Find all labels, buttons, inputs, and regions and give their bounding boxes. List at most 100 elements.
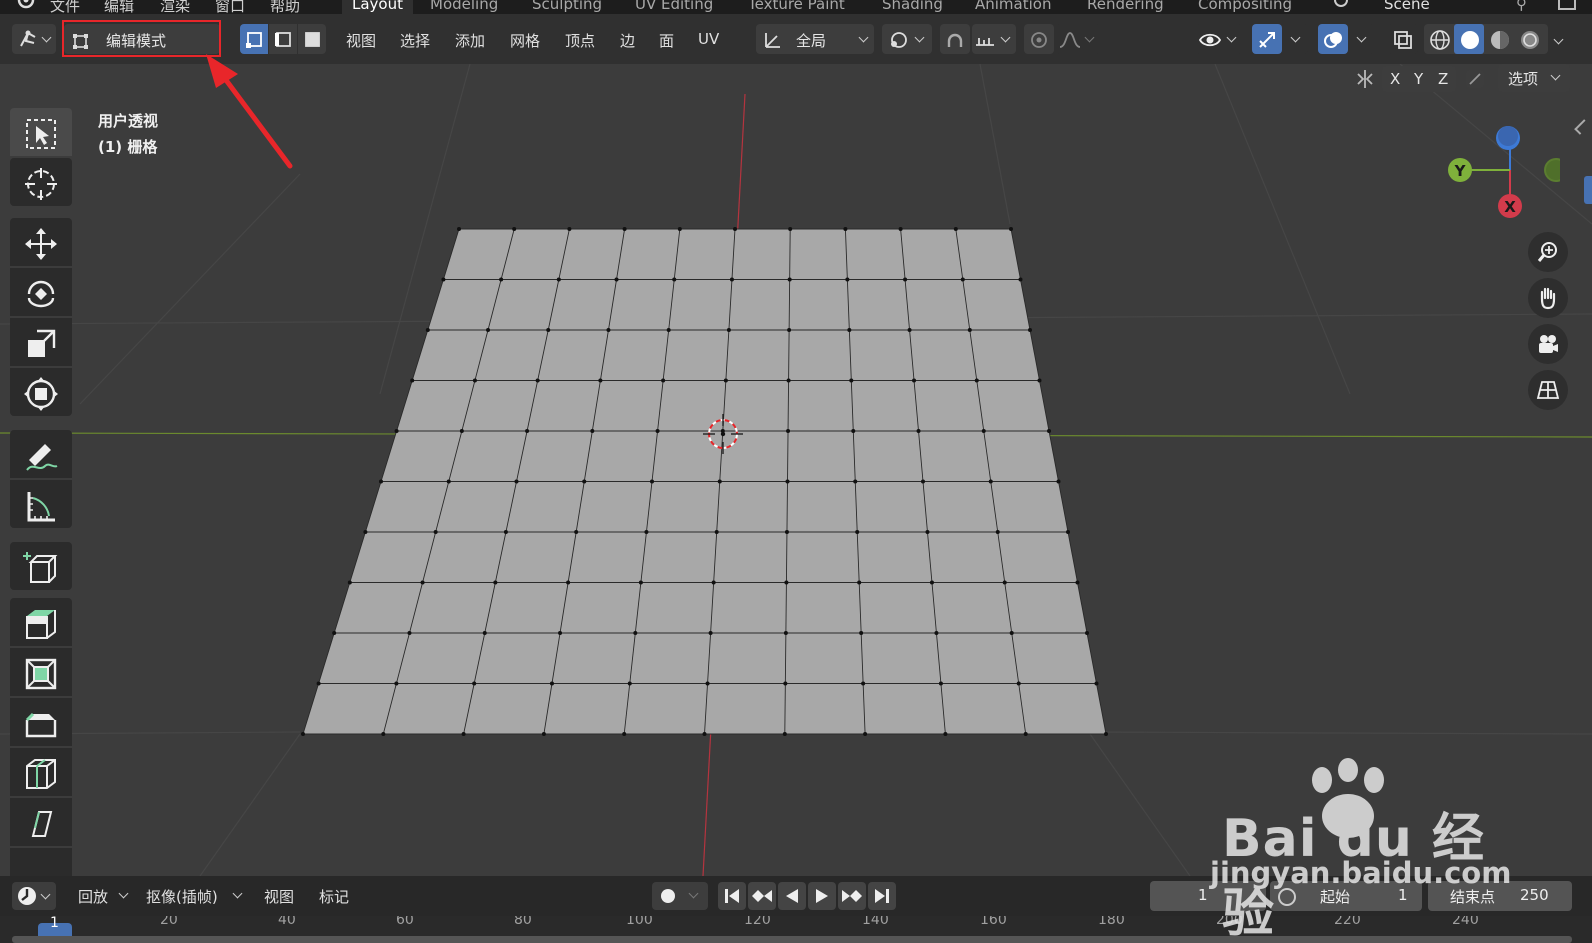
pivot-dropdown[interactable] bbox=[882, 24, 932, 54]
proportional-edit-toggle[interactable] bbox=[1024, 24, 1054, 54]
tab-modeling[interactable]: Modeling bbox=[430, 0, 498, 13]
menu-vertex[interactable]: 顶点 bbox=[565, 30, 595, 51]
tab-uv-editing[interactable]: UV Editing bbox=[635, 0, 713, 13]
wireframe-shading-icon[interactable] bbox=[1428, 28, 1452, 52]
mesh-vertex bbox=[784, 580, 789, 585]
annotate-tool[interactable] bbox=[10, 430, 72, 478]
blender-logo-icon[interactable] bbox=[14, 0, 38, 10]
material-shading-icon[interactable] bbox=[1488, 28, 1512, 52]
pan-button[interactable] bbox=[1528, 278, 1568, 318]
new-scene-icon[interactable] bbox=[1558, 0, 1576, 10]
transform-orientation-dropdown[interactable]: 全局 bbox=[756, 24, 874, 54]
inset-tool[interactable] bbox=[10, 648, 72, 696]
menu-mesh[interactable]: 网格 bbox=[510, 30, 540, 51]
transform-tool[interactable] bbox=[10, 368, 72, 416]
mirror-y-toggle[interactable]: Y bbox=[1414, 70, 1423, 88]
mesh-vertex bbox=[921, 479, 925, 484]
scene-name[interactable]: Scene bbox=[1384, 0, 1430, 13]
menu-face[interactable]: 面 bbox=[659, 30, 674, 51]
timeline-keying-menu[interactable]: 抠像(插帧) bbox=[146, 886, 218, 907]
mesh-vertex bbox=[1009, 631, 1014, 635]
play-reverse-button[interactable] bbox=[778, 882, 806, 910]
rotate-tool[interactable] bbox=[10, 268, 72, 316]
xray-toggle[interactable] bbox=[1388, 24, 1418, 54]
tab-texture-paint[interactable]: Texture Paint bbox=[748, 0, 845, 13]
menu-view[interactable]: 视图 bbox=[346, 30, 376, 51]
mirror-icon[interactable] bbox=[1354, 68, 1376, 90]
menu-window[interactable]: 窗口 bbox=[215, 0, 245, 14]
mesh-vertex bbox=[714, 530, 719, 534]
ruler-tick: 100 bbox=[626, 916, 653, 928]
select-box-tool[interactable] bbox=[10, 108, 72, 156]
tab-layout[interactable]: Layout bbox=[342, 0, 413, 14]
chevron-down-icon bbox=[1226, 32, 1237, 43]
menu-edge[interactable]: 边 bbox=[620, 30, 635, 51]
extrude-tool[interactable] bbox=[10, 598, 72, 646]
gizmo-y-label: Y bbox=[1454, 162, 1467, 180]
knife-icon bbox=[31, 811, 53, 837]
camera-view-button[interactable] bbox=[1528, 324, 1568, 364]
menu-render[interactable]: 渲染 bbox=[160, 0, 190, 14]
tab-rendering[interactable]: Rendering bbox=[1087, 0, 1164, 13]
measure-tool[interactable] bbox=[10, 480, 72, 528]
falloff-dropdown[interactable] bbox=[1056, 24, 1100, 54]
ruler-tick: 180 bbox=[1098, 916, 1125, 928]
face-select-icon bbox=[305, 32, 320, 47]
editor-type-button[interactable] bbox=[12, 24, 56, 54]
zoom-button[interactable] bbox=[1528, 232, 1568, 272]
jump-start-button[interactable] bbox=[718, 882, 746, 910]
add-cube-tool[interactable] bbox=[10, 542, 72, 590]
timeline-editor-type-button[interactable] bbox=[12, 882, 56, 910]
grid-perspective-icon bbox=[1536, 381, 1560, 399]
snap-toggle[interactable] bbox=[940, 24, 970, 54]
jump-end-button[interactable] bbox=[868, 882, 896, 910]
mesh-vertex bbox=[567, 227, 572, 231]
auto-merge-icon[interactable] bbox=[1464, 68, 1486, 90]
visibility-dropdown[interactable] bbox=[1196, 24, 1242, 54]
prev-keyframe-button[interactable] bbox=[748, 882, 776, 910]
menu-file[interactable]: 文件 bbox=[50, 0, 80, 14]
next-keyframe-button[interactable] bbox=[838, 882, 866, 910]
mirror-x-toggle[interactable]: X bbox=[1390, 70, 1400, 88]
mirror-z-toggle[interactable]: Z bbox=[1438, 70, 1448, 88]
mesh-vertex bbox=[729, 277, 734, 282]
mesh-vertex bbox=[566, 580, 571, 585]
overlay-dropdown[interactable] bbox=[1318, 24, 1374, 54]
timeline-view-menu[interactable]: 视图 bbox=[264, 886, 294, 907]
scene-icon[interactable] bbox=[1330, 0, 1352, 12]
shading-options-chevron-icon[interactable] bbox=[1553, 34, 1564, 45]
snap-target-dropdown[interactable] bbox=[972, 24, 1016, 54]
cursor-tool[interactable] bbox=[10, 158, 72, 206]
menu-edit[interactable]: 编辑 bbox=[104, 0, 134, 14]
mesh-vertex bbox=[1023, 732, 1028, 736]
more-tools[interactable] bbox=[10, 848, 72, 876]
tab-compositing[interactable]: Compositing bbox=[1198, 0, 1292, 13]
menu-add[interactable]: 添加 bbox=[455, 30, 485, 51]
tab-shading[interactable]: Shading bbox=[882, 0, 943, 13]
tab-animation[interactable]: Animation bbox=[975, 0, 1051, 13]
menu-select[interactable]: 选择 bbox=[400, 30, 430, 51]
tab-sculpting[interactable]: Sculpting bbox=[532, 0, 602, 13]
mesh-vertex bbox=[316, 681, 321, 686]
gizmo-dropdown[interactable] bbox=[1252, 24, 1308, 54]
rendered-shading-icon[interactable] bbox=[1518, 28, 1542, 52]
bevel-tool[interactable] bbox=[10, 698, 72, 746]
timeline-playback-menu[interactable]: 回放 bbox=[78, 886, 108, 907]
move-tool[interactable] bbox=[10, 218, 72, 266]
timeline-marker-menu[interactable]: 标记 bbox=[319, 886, 349, 907]
menu-help[interactable]: 帮助 bbox=[270, 0, 300, 14]
knife-tool[interactable] bbox=[10, 798, 72, 846]
3d-viewport[interactable]: X Y Z 选项 用户透视 (1) 栅格 Y X bbox=[0, 64, 1592, 876]
options-dropdown[interactable]: 选项 bbox=[1498, 64, 1570, 92]
record-button[interactable] bbox=[652, 882, 708, 910]
perspective-toggle-button[interactable] bbox=[1528, 370, 1568, 410]
mesh-vertex bbox=[717, 479, 722, 484]
sidebar-tab[interactable] bbox=[1584, 176, 1592, 204]
play-button[interactable] bbox=[808, 882, 836, 910]
viewport-canvas[interactable] bbox=[0, 64, 1592, 876]
loop-cut-tool[interactable] bbox=[10, 748, 72, 796]
navigation-gizmo[interactable]: Y X bbox=[1430, 120, 1560, 230]
menu-uv[interactable]: UV bbox=[698, 30, 719, 48]
scale-tool[interactable] bbox=[10, 318, 72, 366]
pin-icon[interactable]: ⚲ bbox=[1516, 0, 1527, 13]
